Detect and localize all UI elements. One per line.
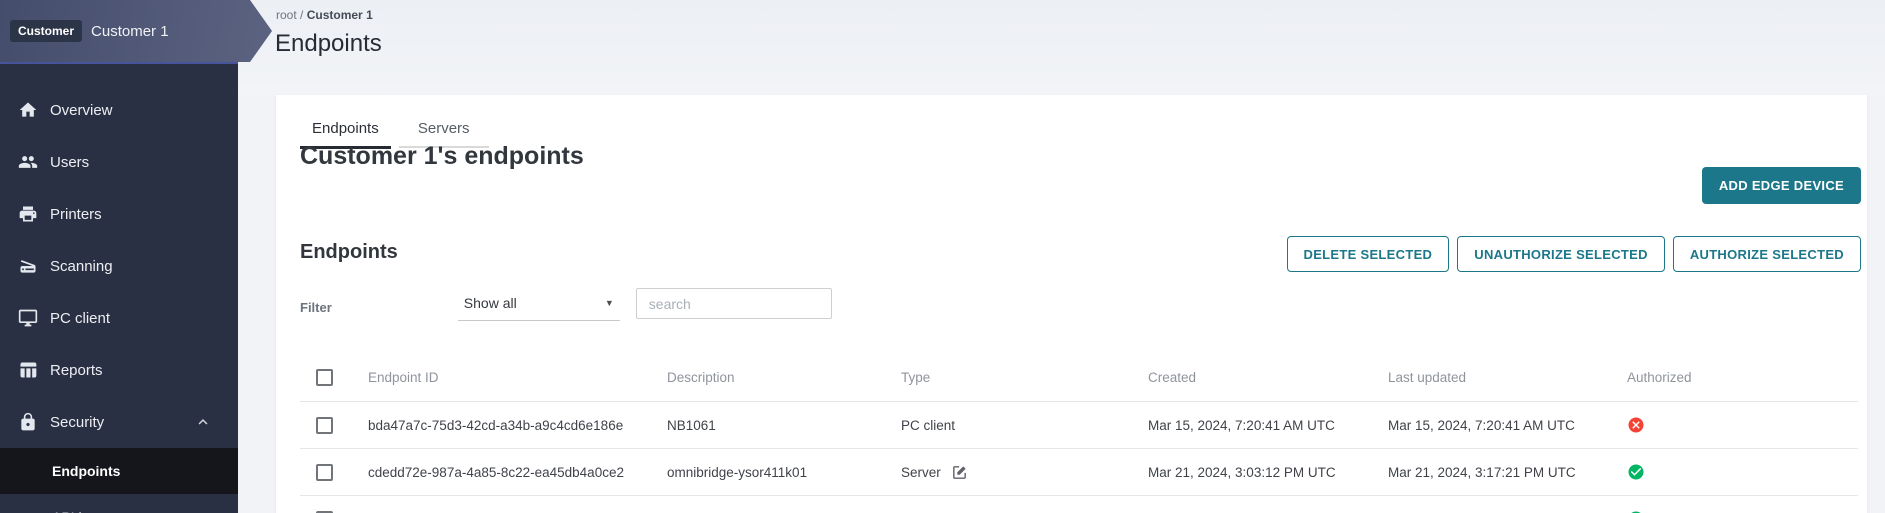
users-icon [18, 152, 38, 172]
authorize-selected-button[interactable]: AUTHORIZE SELECTED [1673, 236, 1861, 272]
sidebar-item-label: Users [50, 154, 89, 171]
card-heading: Customer 1's endpoints [300, 142, 584, 171]
table-row: cdedd72e-987a-4a85-8c22-ea45db4a0ce2 omn… [300, 449, 1858, 496]
edit-icon[interactable] [951, 464, 968, 481]
customer-type-badge: Customer [10, 20, 82, 42]
last-updated-cell: Mar 21, 2024, 3:17:21 PM UTC [1388, 465, 1627, 480]
sidebar-item-label: PC client [50, 310, 110, 327]
brand-divider [0, 62, 238, 64]
table-row [300, 496, 1858, 513]
sidebar-item-label: Printers [50, 206, 102, 223]
printer-icon [18, 204, 38, 224]
sidebar-item-label: Reports [50, 362, 103, 379]
sidebar-subitem-label: Endpoints [52, 463, 120, 479]
endpoint-id-cell: bda47a7c-75d3-42cd-a34b-a9c4cd6e186e [368, 418, 667, 433]
table-header-row: Endpoint ID Description Type Created Las… [300, 353, 1858, 402]
sidebar-subitem-api-keys[interactable]: API keys [0, 494, 238, 513]
filter-select-value: Show all [464, 295, 517, 311]
delete-selected-button[interactable]: DELETE SELECTED [1287, 236, 1450, 272]
type-cell: Server [901, 464, 1148, 481]
sidebar-subitem-label: API keys [52, 509, 107, 513]
endpoint-id-cell: cdedd72e-987a-4a85-8c22-ea45db4a0ce2 [368, 465, 667, 480]
description-cell: NB1061 [667, 418, 901, 433]
row-checkbox[interactable] [316, 417, 333, 434]
lock-icon [18, 412, 38, 432]
filter-row: Filter Show all ▼ [300, 288, 832, 321]
sidebar-item-label: Overview [50, 102, 113, 119]
sidebar-item-printers[interactable]: Printers [0, 188, 238, 240]
select-all-checkbox[interactable] [316, 369, 333, 386]
search-input[interactable] [636, 288, 832, 319]
breadcrumb: root / Customer 1 [276, 8, 373, 22]
sidebar-item-reports[interactable]: Reports [0, 344, 238, 396]
sidebar-subitem-endpoints[interactable]: Endpoints [0, 448, 238, 494]
sidebar-item-label: Security [50, 414, 104, 431]
column-header-authorized: Authorized [1627, 370, 1858, 385]
reports-icon [18, 360, 38, 380]
bulk-actions: DELETE SELECTED UNAUTHORIZE SELECTED AUT… [1287, 236, 1862, 272]
sidebar-nav: Overview Users Printers Scanning PC clie… [0, 84, 238, 513]
chevron-up-icon [194, 413, 212, 431]
breadcrumb-root-link[interactable]: root [276, 8, 297, 22]
created-cell: Mar 15, 2024, 7:20:41 AM UTC [1148, 418, 1388, 433]
column-header-endpoint-id: Endpoint ID [368, 370, 667, 385]
sidebar-item-pc-client[interactable]: PC client [0, 292, 238, 344]
authorized-icon [1627, 463, 1645, 481]
home-icon [18, 100, 38, 120]
filter-select[interactable]: Show all ▼ [458, 288, 620, 321]
sidebar-item-scanning[interactable]: Scanning [0, 240, 238, 292]
table-row: bda47a7c-75d3-42cd-a34b-a9c4cd6e186e NB1… [300, 402, 1858, 449]
monitor-icon [18, 308, 38, 328]
column-header-type: Type [901, 370, 1148, 385]
section-title: Endpoints [300, 241, 398, 264]
column-header-last-updated: Last updated [1388, 370, 1627, 385]
created-cell: Mar 21, 2024, 3:03:12 PM UTC [1148, 465, 1388, 480]
breadcrumb-current: Customer 1 [307, 8, 373, 22]
caret-down-icon: ▼ [605, 298, 614, 308]
unauthorized-icon [1627, 416, 1645, 434]
scanner-icon [18, 256, 38, 276]
row-checkbox[interactable] [316, 464, 333, 481]
sidebar-item-label: Scanning [50, 258, 113, 275]
filter-label: Filter [300, 300, 332, 315]
content-card: Endpoints Servers Customer 1's endpoints… [276, 95, 1867, 513]
add-edge-device-button[interactable]: ADD EDGE DEVICE [1702, 167, 1861, 204]
header-strip: root / Customer 1 Endpoints [0, 0, 1885, 95]
sidebar: Customer Customer 1 Overview Users Print… [0, 0, 238, 513]
sidebar-item-security[interactable]: Security [0, 396, 238, 448]
last-updated-cell: Mar 15, 2024, 7:20:41 AM UTC [1388, 418, 1627, 433]
column-header-created: Created [1148, 370, 1388, 385]
sidebar-item-users[interactable]: Users [0, 136, 238, 188]
page-title: Endpoints [275, 30, 382, 58]
description-cell: omnibridge-ysor411k01 [667, 465, 901, 480]
breadcrumb-separator: / [300, 8, 303, 22]
column-header-description: Description [667, 370, 901, 385]
brand-banner: Customer Customer 1 [0, 0, 272, 62]
customer-name: Customer 1 [91, 23, 169, 40]
sidebar-item-overview[interactable]: Overview [0, 84, 238, 136]
endpoints-table: Endpoint ID Description Type Created Las… [300, 353, 1858, 513]
unauthorize-selected-button[interactable]: UNAUTHORIZE SELECTED [1457, 236, 1665, 272]
type-cell: PC client [901, 418, 1148, 433]
